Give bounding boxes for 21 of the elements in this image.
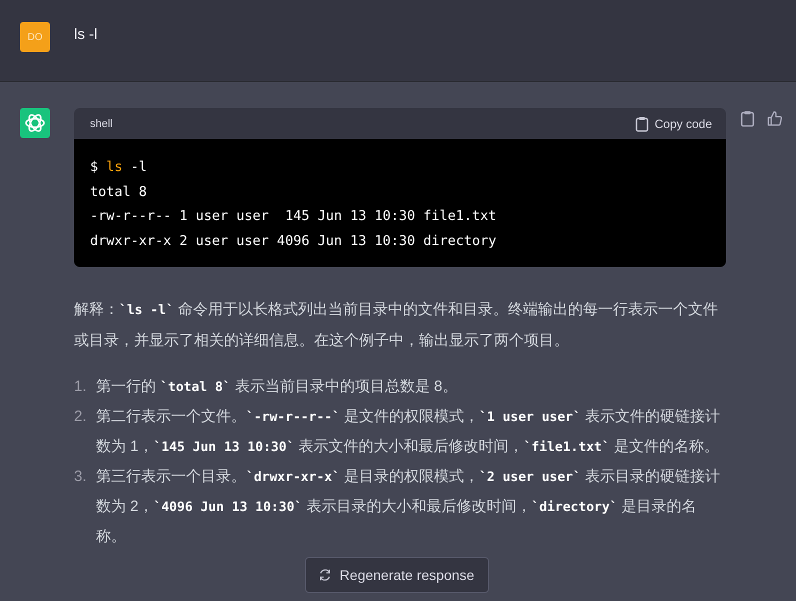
list-item-text: 第三行表示一个目录。`drwxr-xr-x` 是目录的权限模式，`2 user user` 表示目录的硬链接计数为 2，`4096 Jun 13 10:30` 表示目录的大小和最后修改时间，`directory` 是目录的名称。 bbox=[96, 467, 722, 547]
user-avatar: DO bbox=[20, 22, 50, 52]
code-line: -rw-r--r-- 1 user user 145 Jun 13 10:30 file1.txt bbox=[90, 207, 498, 226]
regenerate-response-button[interactable]: Regenerate response bbox=[304, 557, 490, 593]
clipboard-icon[interactable] bbox=[740, 110, 755, 127]
list-number: 2. bbox=[74, 407, 88, 427]
list-item-text: 第二行表示一个文件。`-rw-r--r--` 是文件的权限模式，`1 user user` 表示文件的硬链接计数为 1，`145 Jun 13 10:30` 表示文件的大小和最后修改时间，`file1.txt` 是文件的名称。 bbox=[96, 407, 722, 457]
code-language-label: shell bbox=[90, 118, 113, 130]
thumbs-up-icon[interactable] bbox=[767, 110, 782, 127]
user-message: ls -l bbox=[74, 26, 98, 43]
refresh-icon bbox=[318, 568, 332, 582]
clipboard-icon bbox=[634, 116, 649, 132]
explanation-paragraph: 解释：`ls -l` 命令用于以长格式列出当前目录中的文件和目录。终端输出的每一行表示一个文件或目录，并显示了相关的详细信息。在这个例子中，输出显示了两个项目。 bbox=[74, 300, 719, 351]
assistant-logo-icon bbox=[20, 108, 50, 138]
code-line: drwxr-xr-x 2 user user 4096 Jun 13 10:30 directory bbox=[90, 232, 498, 250]
code-line: total 8 bbox=[90, 182, 148, 202]
list-item-text: 第一行的 `total 8` 表示当前目录中的项目总数是 8。 bbox=[96, 377, 458, 397]
code-line: $ ls -l bbox=[90, 158, 148, 177]
list-number: 1. bbox=[74, 377, 88, 397]
copy-code-button[interactable]: Copy code bbox=[634, 116, 712, 132]
list-number: 3. bbox=[74, 467, 88, 487]
